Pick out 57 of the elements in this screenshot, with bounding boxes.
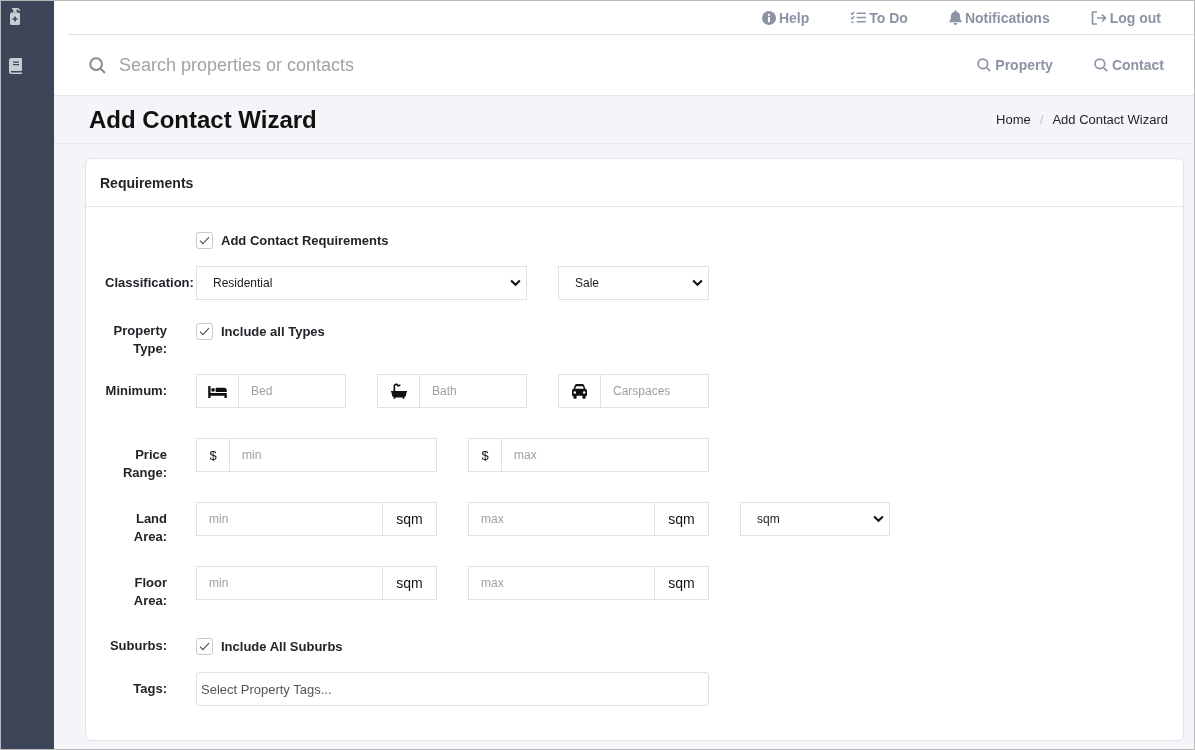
dropdown[interactable]: Sale <box>558 266 709 300</box>
breadcrumb-link[interactable]: Home <box>996 112 1031 127</box>
check-icon <box>199 235 210 245</box>
checkbox-label[interactable]: Include all Types <box>221 323 325 339</box>
checkbox-label[interactable]: Add Contact Requirements <box>221 232 389 248</box>
input-field[interactable]: min <box>229 438 437 472</box>
bell-icon <box>948 10 962 25</box>
chevron-down-icon <box>873 515 884 523</box>
breadcrumb-current: Add Contact Wizard <box>1052 112 1168 127</box>
form-label: Tags: <box>133 680 167 698</box>
info-icon <box>761 10 776 25</box>
unit-addon: sqm <box>655 502 709 536</box>
form-label: Floor Area: <box>133 574 167 610</box>
card-title: Requirements <box>100 174 194 191</box>
breadcrumb-separator: / <box>1038 112 1045 127</box>
input-field[interactable]: min <box>196 502 383 536</box>
checklist-icon <box>850 11 867 24</box>
input-field[interactable]: Bed <box>238 374 346 408</box>
checkbox-label[interactable]: Include All Suburbs <box>221 638 343 654</box>
currency-addon: $ <box>196 438 229 472</box>
search-icon <box>1093 58 1108 72</box>
input-field[interactable]: max <box>501 438 709 472</box>
unit-addon: sqm <box>383 566 437 600</box>
chevron-down-icon <box>510 279 521 287</box>
logout-icon <box>1090 10 1107 25</box>
search-icon <box>89 56 106 74</box>
checkbox[interactable] <box>196 637 213 655</box>
check-icon <box>199 641 210 651</box>
form-label: Land Area: <box>133 510 167 546</box>
input-field[interactable]: Bath <box>419 374 527 408</box>
search-icon <box>977 58 992 72</box>
dropdown[interactable]: sqm <box>740 502 890 536</box>
input-field[interactable]: Carspaces <box>600 374 709 408</box>
search-field[interactable]: Search properties or contacts <box>119 52 549 78</box>
form-label: Price Range: <box>122 446 167 482</box>
unit-addon: sqm <box>655 566 709 600</box>
check-icon <box>199 326 210 336</box>
chevron-down-icon <box>692 279 703 287</box>
currency-addon: $ <box>468 438 501 472</box>
dropdown[interactable]: Residential <box>196 266 527 300</box>
checkbox[interactable] <box>196 322 213 340</box>
book-icon[interactable] <box>9 58 22 74</box>
input-field[interactable]: max <box>468 566 655 600</box>
pump-bottle-icon[interactable] <box>9 8 21 25</box>
form-label: Property Type: <box>113 322 167 358</box>
input-field[interactable]: max <box>468 502 655 536</box>
page-title: Add Contact Wizard <box>89 105 317 134</box>
checkbox[interactable] <box>196 231 213 249</box>
form-label: Minimum: <box>105 382 167 400</box>
unit-addon: sqm <box>383 502 437 536</box>
bed-icon <box>208 384 227 398</box>
car-icon <box>572 383 587 399</box>
input-field[interactable]: min <box>196 566 383 600</box>
form-label: Classification: <box>105 274 194 292</box>
tags-field[interactable]: Select Property Tags... <box>196 672 709 706</box>
form-label: Suburbs: <box>109 637 167 655</box>
bath-icon <box>390 383 407 399</box>
